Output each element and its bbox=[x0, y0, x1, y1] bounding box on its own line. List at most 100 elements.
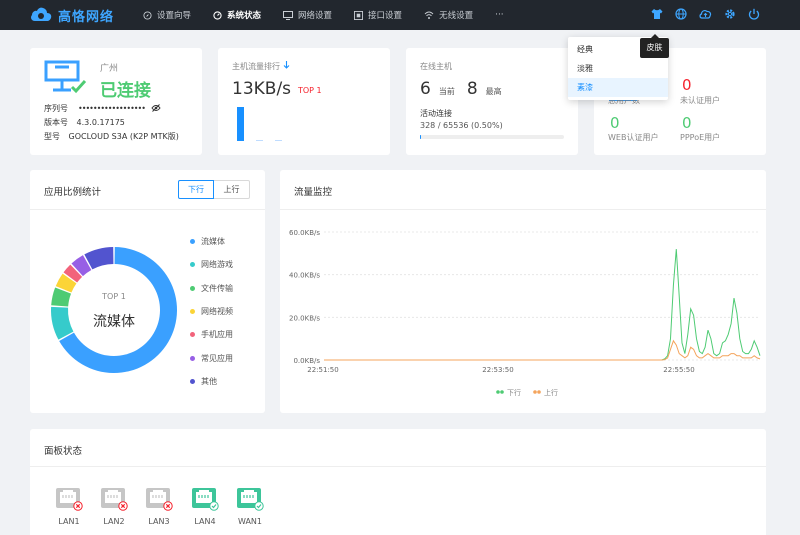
version-label: 版本号 bbox=[44, 118, 68, 127]
port-label: LAN1 bbox=[58, 517, 80, 526]
legend-dot bbox=[190, 355, 195, 361]
model-label: 型号 bbox=[44, 132, 60, 141]
active-conn-value: 328 / 65536 (0.50%) bbox=[420, 121, 503, 130]
port-wan1[interactable]: WAN1 bbox=[236, 487, 264, 526]
top1-badge: TOP 1 bbox=[298, 86, 322, 95]
skin-option-elegant[interactable]: 淡雅 bbox=[568, 59, 668, 78]
online-hosts-card: 在线主机 6 当前 8 最高 活动连接 328 / 65536 (0.50%) bbox=[406, 48, 578, 155]
app-stats-card: 应用比例统计 下行 上行 TOP 1 流媒体 流媒体 网络游戏 文件传输 网络视频 手机… bbox=[30, 170, 265, 413]
legend-label: 手机应用 bbox=[201, 330, 233, 340]
skin-tooltip: 皮肤 bbox=[640, 34, 669, 58]
active-conn-progress bbox=[420, 135, 564, 139]
tab-uplink[interactable]: 上行 bbox=[214, 180, 250, 199]
series-line-1 bbox=[324, 339, 761, 361]
traffic-rank-bars bbox=[237, 107, 282, 141]
max-hosts-value: 8 bbox=[466, 79, 478, 99]
nav-label: 网络设置 bbox=[298, 11, 333, 21]
model-value: GOCLOUD S3A (K2P MTK版) bbox=[68, 132, 179, 141]
y-tick-label: 40.0KB/s bbox=[289, 272, 320, 280]
port-lan4[interactable]: LAN4 bbox=[191, 487, 219, 526]
monitor-icon bbox=[283, 10, 294, 20]
online-hosts-title: 在线主机 bbox=[420, 62, 452, 71]
legend-item[interactable]: 其他 bbox=[190, 370, 233, 393]
legend-item[interactable]: 常见应用 bbox=[190, 346, 233, 369]
nav-label: 无线设置 bbox=[439, 11, 474, 21]
legend-item[interactable]: 文件传输 bbox=[190, 277, 233, 300]
current-hosts-value: 6 bbox=[420, 79, 431, 99]
chart-legend-item[interactable]: 下行 bbox=[496, 388, 521, 397]
ethernet-port-icon bbox=[237, 488, 264, 511]
nav-label: 系统状态 bbox=[227, 11, 262, 21]
legend-item[interactable]: 网络游戏 bbox=[190, 253, 233, 276]
legend-dot bbox=[190, 378, 195, 384]
cloud-logo-icon bbox=[30, 6, 52, 25]
dashboard-icon bbox=[213, 10, 222, 20]
port-label: WAN1 bbox=[237, 517, 263, 526]
nav-wireless-settings[interactable]: 无线设置 bbox=[424, 9, 473, 21]
app-legend: 流媒体网络游戏文件传输网络视频手机应用常见应用其他 bbox=[190, 230, 233, 393]
legend-label: 网络游戏 bbox=[201, 260, 233, 270]
port-lan2[interactable]: LAN2 bbox=[100, 487, 128, 526]
serial-label: 序列号 bbox=[44, 104, 68, 113]
web-users-value: 0 bbox=[610, 114, 620, 132]
max-hosts-label: 最高 bbox=[485, 87, 502, 96]
nav-setup-wizard[interactable]: 设置向导 bbox=[143, 9, 191, 21]
legend-item[interactable]: 网络视频 bbox=[190, 300, 233, 323]
series-line-0 bbox=[324, 249, 761, 361]
nav-more-button[interactable]: ··· bbox=[495, 10, 504, 20]
settings-gear-icon[interactable] bbox=[724, 8, 736, 23]
nav-network-settings[interactable]: 网络设置 bbox=[283, 9, 332, 21]
unauth-users-value: 0 bbox=[682, 76, 692, 94]
interface-icon bbox=[354, 10, 364, 20]
tab-downlink[interactable]: 下行 bbox=[178, 180, 214, 199]
skin-shirt-icon[interactable] bbox=[651, 8, 663, 23]
device-status-card: 广州 已连接 序列号 •••••••••••••••••• 版本号 4.3.0.… bbox=[30, 48, 202, 155]
arrow-down-icon[interactable] bbox=[283, 61, 290, 72]
port-label: LAN2 bbox=[103, 517, 125, 526]
pppoe-users-value: 0 bbox=[682, 114, 692, 132]
wifi-icon bbox=[424, 11, 434, 19]
ethernet-port-icon bbox=[56, 488, 83, 511]
nav-system-status[interactable]: 系统状态 bbox=[213, 9, 261, 21]
divider bbox=[30, 209, 265, 210]
legend-label: 网络视频 bbox=[201, 307, 233, 317]
app-donut-chart bbox=[51, 247, 177, 373]
donut-center-label: 流媒体 bbox=[93, 314, 135, 330]
unauth-users-label: 未认证用户 bbox=[680, 96, 720, 105]
version-value: 4.3.0.17175 bbox=[76, 118, 125, 127]
port-lan3[interactable]: LAN3 bbox=[145, 487, 173, 526]
x-tick-label: 22:53:50 bbox=[482, 366, 513, 374]
y-tick-label: 60.0KB/s bbox=[289, 229, 320, 237]
x-tick-label: 22:55:50 bbox=[663, 366, 694, 374]
port-label: LAN4 bbox=[194, 517, 216, 526]
y-tick-label: 0.0KB/s bbox=[293, 357, 320, 365]
eye-hidden-icon[interactable] bbox=[151, 103, 161, 114]
serial-value: •••••••••••••••••• bbox=[78, 104, 146, 113]
ethernet-port-icon bbox=[101, 488, 128, 511]
skin-option-plain[interactable]: 素漆 bbox=[568, 78, 668, 97]
legend-dot bbox=[190, 239, 195, 245]
legend-dot bbox=[190, 309, 195, 315]
port-label: LAN3 bbox=[148, 517, 170, 526]
legend-label: 常见应用 bbox=[201, 353, 233, 363]
nav-interface-settings[interactable]: 接口设置 bbox=[354, 9, 402, 21]
cloud-upload-icon[interactable] bbox=[699, 8, 712, 23]
legend-item[interactable]: 流媒体 bbox=[190, 230, 233, 253]
chart-legend-item[interactable]: 上行 bbox=[533, 388, 558, 397]
legend-dot bbox=[190, 262, 195, 268]
traffic-monitor-card: 流量监控 0.0KB/s 20.0KB/s 40.0KB/s 60.0KB/s 22:5… bbox=[280, 170, 766, 413]
pppoe-users-label: PPPoE用户 bbox=[680, 133, 721, 142]
active-conn-progress-fill bbox=[420, 135, 421, 139]
nav-label: 接口设置 bbox=[368, 11, 403, 21]
brand-logo[interactable]: 高恪网络 bbox=[30, 6, 114, 25]
traffic-rank-value: 13KB/s bbox=[232, 79, 292, 99]
router-connected-icon bbox=[43, 60, 89, 99]
port-lan1[interactable]: LAN1 bbox=[55, 487, 83, 526]
connection-status: 已连接 bbox=[100, 81, 151, 101]
globe-icon[interactable] bbox=[675, 8, 687, 23]
ethernet-port-icon bbox=[192, 488, 219, 511]
compass-icon bbox=[143, 10, 152, 20]
legend-item[interactable]: 手机应用 bbox=[190, 323, 233, 346]
panel-status-title: 面板状态 bbox=[44, 446, 83, 457]
power-icon[interactable] bbox=[748, 8, 760, 23]
